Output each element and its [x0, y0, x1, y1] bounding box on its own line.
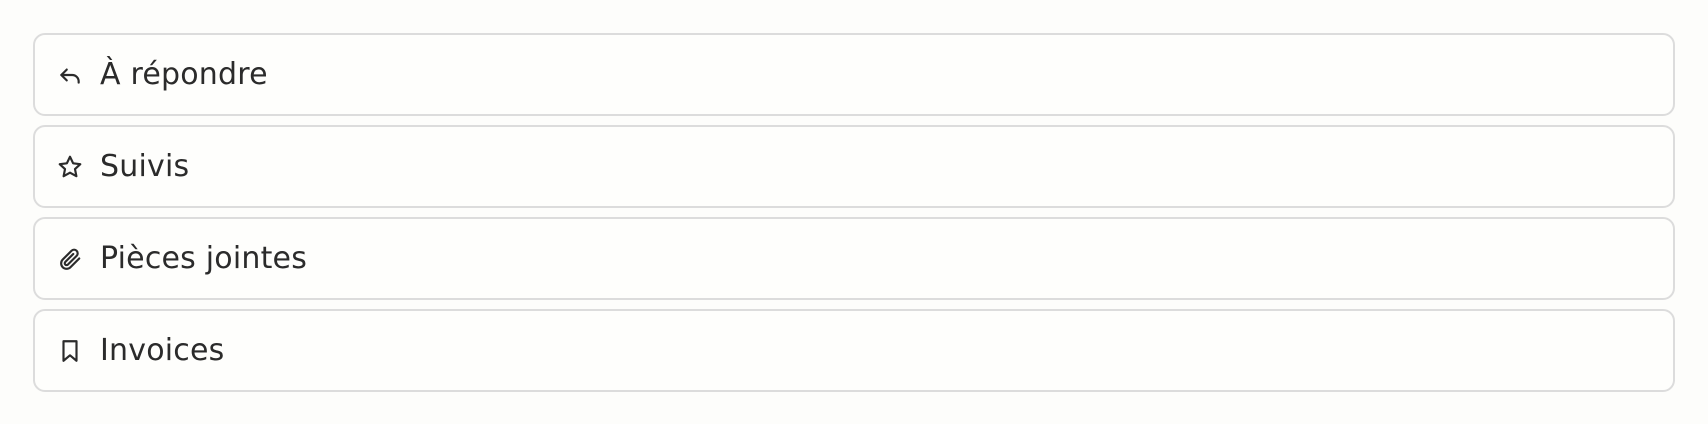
paperclip-icon: [56, 245, 84, 273]
filter-item-invoices[interactable]: Invoices: [33, 309, 1675, 392]
filter-item-starred[interactable]: Suivis: [33, 125, 1675, 208]
filter-list: À répondre Suivis Pièces jointes Invoice…: [33, 33, 1675, 401]
filter-item-attachments[interactable]: Pièces jointes: [33, 217, 1675, 300]
filter-item-label: À répondre: [100, 57, 268, 92]
filter-item-label: Pièces jointes: [100, 241, 308, 276]
reply-icon: [56, 61, 84, 89]
filter-item-label: Invoices: [100, 333, 225, 368]
filter-item-label: Suivis: [100, 149, 190, 184]
star-icon: [56, 153, 84, 181]
bookmark-icon: [56, 337, 84, 365]
filter-item-to-reply[interactable]: À répondre: [33, 33, 1675, 116]
